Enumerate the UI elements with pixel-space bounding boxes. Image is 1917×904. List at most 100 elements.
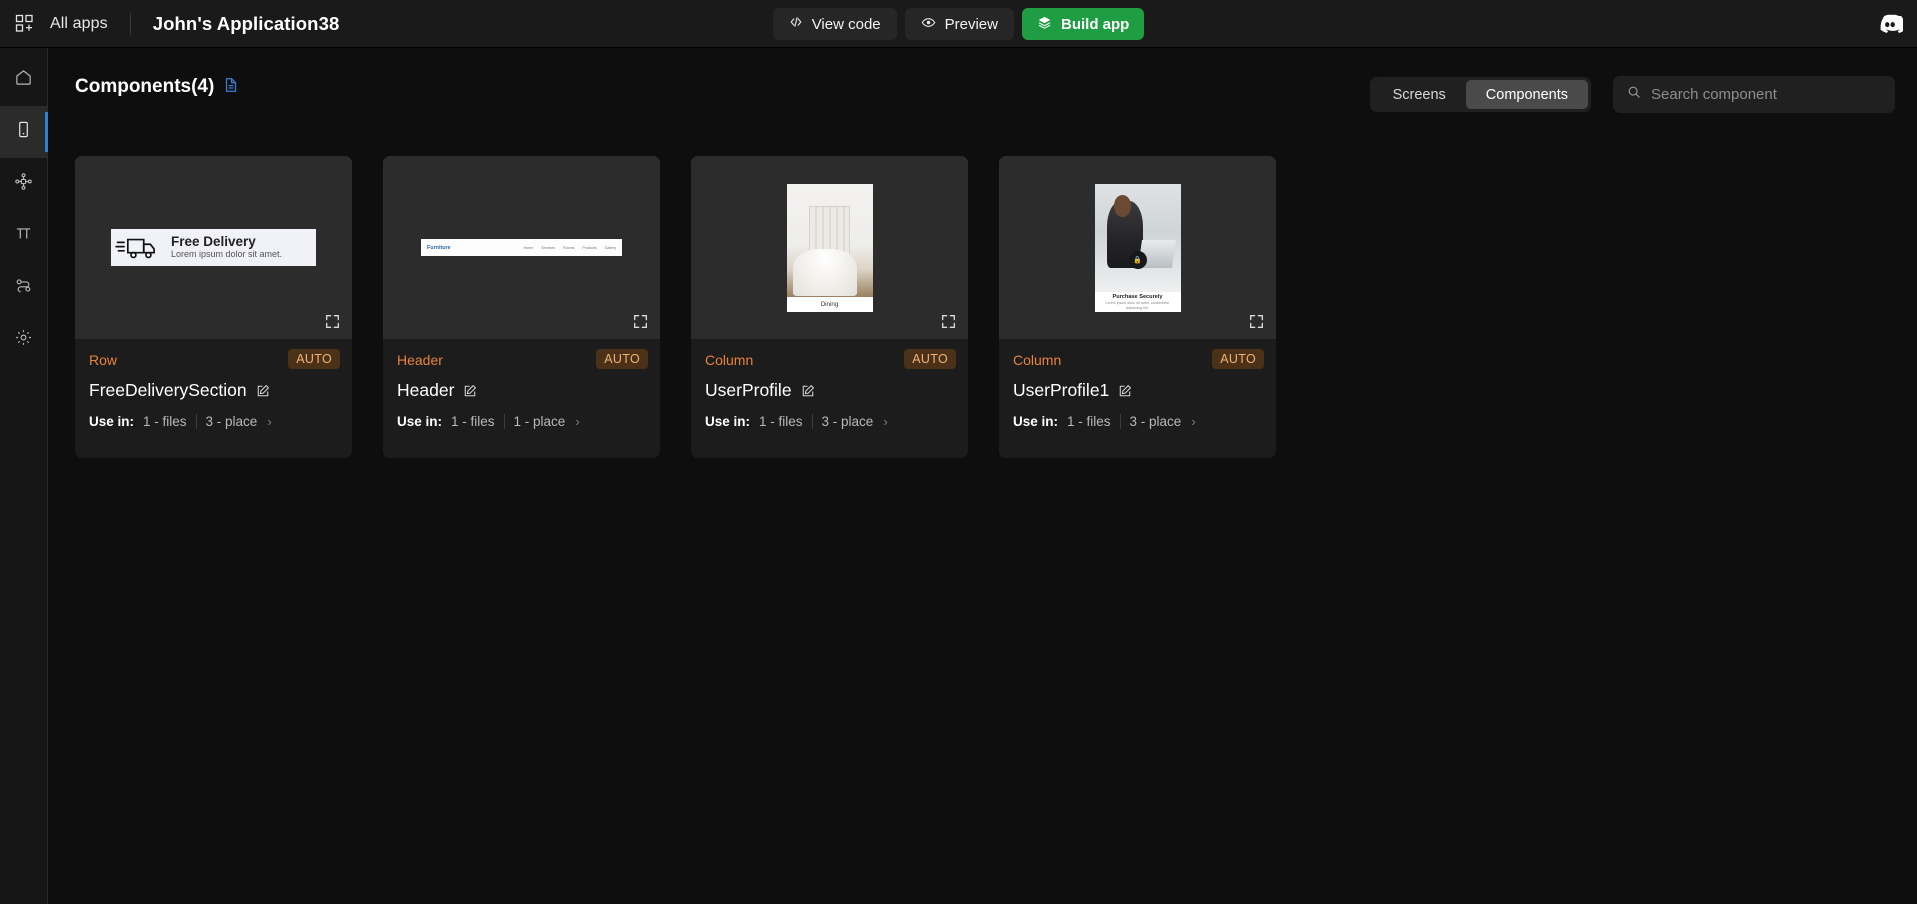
nav-item: Gallery xyxy=(605,246,616,250)
preview-button[interactable]: Preview xyxy=(905,8,1014,40)
component-name: Header xyxy=(397,380,454,401)
workflow-path-icon xyxy=(14,276,33,300)
component-card[interactable]: Furniture Home Services Rooms Products G… xyxy=(383,156,660,458)
usage-divider xyxy=(196,414,197,429)
all-apps-link[interactable]: All apps xyxy=(50,15,108,33)
apps-grid-add-icon[interactable] xyxy=(0,0,48,48)
search-input[interactable] xyxy=(1651,86,1881,103)
use-in-label: Use in: xyxy=(397,414,442,429)
top-bar: All apps John's Application38 View code … xyxy=(0,0,1917,48)
gear-icon xyxy=(14,328,33,352)
card-thumbnail: Free Delivery Lorem ipsum dolor sit amet… xyxy=(75,156,352,339)
page-title: Components(4) xyxy=(75,76,214,98)
usage-divider xyxy=(504,414,505,429)
purchase-title: Purchase Securely xyxy=(1099,294,1177,300)
use-in-label: Use in: xyxy=(1013,414,1058,429)
home-icon xyxy=(14,68,33,92)
component-name: UserProfile1 xyxy=(1013,380,1109,401)
layers-icon xyxy=(1037,15,1052,34)
edit-pencil-icon[interactable] xyxy=(1118,384,1132,398)
card-meta: Column AUTO UserProfile1 Use in: 1 - fil… xyxy=(999,339,1276,458)
status-badge: AUTO xyxy=(596,349,648,369)
edit-pencil-icon[interactable] xyxy=(463,384,477,398)
expand-fullscreen-icon[interactable] xyxy=(937,310,959,332)
banner-title: Free Delivery xyxy=(171,235,312,249)
purchase-subtitle: Lorem ipsum dolor sit amet, consectetur … xyxy=(1099,301,1177,311)
card-usage[interactable]: Use in: 1 - files 1 - place › xyxy=(397,414,646,429)
components-grid: Free Delivery Lorem ipsum dolor sit amet… xyxy=(75,156,1276,458)
document-icon[interactable] xyxy=(223,77,239,98)
component-name: FreeDeliverySection xyxy=(89,380,247,401)
topbar-divider xyxy=(130,13,131,35)
nav-item: Products xyxy=(582,246,596,250)
expand-fullscreen-icon[interactable] xyxy=(629,310,651,332)
status-badge: AUTO xyxy=(904,349,956,369)
sidebar-item-tables[interactable] xyxy=(0,210,48,262)
purchase-photo-card: 🔒 Purchase Securely Lorem ipsum dolor si… xyxy=(1095,184,1181,312)
main-content: Components(4) Screens Components xyxy=(48,48,1917,904)
sidebar-item-home[interactable] xyxy=(0,54,48,106)
component-card[interactable]: Dining Column AUTO UserProfile xyxy=(691,156,968,458)
header-controls: Screens Components xyxy=(1370,76,1895,113)
table-columns-icon xyxy=(14,224,33,248)
header-nav-preview: Furniture Home Services Rooms Products G… xyxy=(421,239,622,256)
component-name: UserProfile xyxy=(705,380,792,401)
card-meta: Row AUTO FreeDeliverySection Use in: 1 -… xyxy=(75,339,352,458)
edit-pencil-icon[interactable] xyxy=(256,384,270,398)
component-card[interactable]: Free Delivery Lorem ipsum dolor sit amet… xyxy=(75,156,352,458)
chevron-right-icon[interactable]: › xyxy=(267,414,271,429)
dining-photo-card: Dining xyxy=(787,184,873,312)
build-app-label: Build app xyxy=(1061,16,1129,33)
nav-item: Services xyxy=(541,246,555,250)
code-icon xyxy=(789,15,803,33)
chevron-right-icon[interactable]: › xyxy=(883,414,887,429)
tab-components[interactable]: Components xyxy=(1466,80,1588,109)
card-usage[interactable]: Use in: 1 - files 3 - place › xyxy=(89,414,338,429)
use-in-label: Use in: xyxy=(89,414,134,429)
component-type: Row xyxy=(89,352,117,368)
use-places: 3 - place xyxy=(1130,414,1182,429)
build-app-button[interactable]: Build app xyxy=(1022,8,1144,40)
use-files: 1 - files xyxy=(451,414,495,429)
lock-icon: 🔒 xyxy=(1129,251,1147,269)
usage-divider xyxy=(812,414,813,429)
component-card[interactable]: 🔒 Purchase Securely Lorem ipsum dolor si… xyxy=(999,156,1276,458)
status-badge: AUTO xyxy=(1212,349,1264,369)
discord-icon[interactable] xyxy=(1877,0,1903,48)
use-places: 3 - place xyxy=(206,414,258,429)
sidebar-item-workflows[interactable] xyxy=(0,262,48,314)
expand-fullscreen-icon[interactable] xyxy=(1245,310,1267,332)
usage-divider xyxy=(1120,414,1121,429)
expand-fullscreen-icon[interactable] xyxy=(321,310,343,332)
sidebar-item-screens[interactable] xyxy=(0,106,48,158)
card-thumbnail: 🔒 Purchase Securely Lorem ipsum dolor si… xyxy=(999,156,1276,339)
purchase-photo: 🔒 xyxy=(1095,184,1181,293)
view-code-label: View code xyxy=(812,16,881,33)
page-header: Components(4) Screens Components xyxy=(75,62,1895,114)
chevron-right-icon[interactable]: › xyxy=(1191,414,1195,429)
sidebar-item-components[interactable] xyxy=(0,158,48,210)
nav-item: Rooms xyxy=(563,246,574,250)
tab-screens[interactable]: Screens xyxy=(1373,80,1466,109)
edit-pencil-icon[interactable] xyxy=(801,384,815,398)
search-component-box[interactable] xyxy=(1613,76,1895,113)
app-title: John's Application38 xyxy=(153,13,340,35)
component-type: Column xyxy=(1013,352,1061,368)
use-in-label: Use in: xyxy=(705,414,750,429)
dining-caption: Dining xyxy=(787,297,873,312)
card-usage[interactable]: Use in: 1 - files 3 - place › xyxy=(705,414,954,429)
view-segmented-control: Screens Components xyxy=(1370,77,1591,112)
component-type: Header xyxy=(397,352,443,368)
chevron-right-icon[interactable]: › xyxy=(575,414,579,429)
sidebar-item-settings[interactable] xyxy=(0,314,48,366)
use-places: 3 - place xyxy=(822,414,874,429)
mobile-device-icon xyxy=(14,120,33,144)
search-icon xyxy=(1627,85,1641,104)
card-usage[interactable]: Use in: 1 - files 3 - place › xyxy=(1013,414,1262,429)
dining-photo xyxy=(787,184,873,297)
header-nav-items: Home Services Rooms Products Gallery xyxy=(524,246,616,250)
card-meta: Column AUTO UserProfile Use in: 1 - file… xyxy=(691,339,968,458)
use-files: 1 - files xyxy=(143,414,187,429)
view-code-button[interactable]: View code xyxy=(773,8,897,40)
node-connector-icon xyxy=(14,172,33,196)
